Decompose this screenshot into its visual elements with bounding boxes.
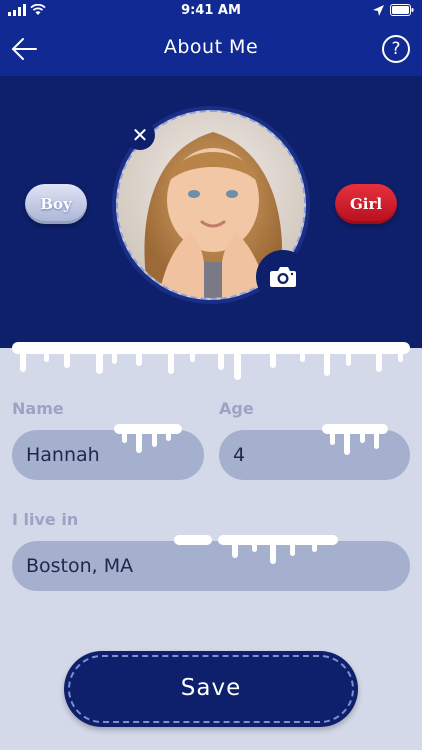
save-button[interactable]: Save [64, 651, 358, 727]
camera-icon [270, 267, 296, 287]
close-icon: ✕ [131, 123, 149, 147]
girl-toggle-button[interactable]: Girl [335, 184, 397, 224]
location-label: I live in [12, 510, 79, 529]
location-arrow-icon [373, 4, 384, 16]
nav-bar: About Me ? [0, 22, 422, 76]
drip-divider [12, 342, 410, 380]
change-photo-button[interactable] [256, 250, 310, 304]
boy-toggle-button[interactable]: Boy [25, 184, 87, 224]
save-button-label: Save [180, 675, 242, 701]
name-drip-decoration [114, 424, 182, 453]
status-right [373, 4, 414, 16]
status-time: 9:41 AM [181, 3, 241, 18]
location-drip-decoration [174, 535, 338, 564]
help-button[interactable]: ? [382, 35, 410, 63]
age-label: Age [219, 399, 254, 418]
battery-icon [390, 4, 414, 16]
status-bar: 9:41 AM [0, 0, 422, 22]
profile-hero: Boy Girl ✕ [0, 76, 422, 348]
page-title: About Me [163, 36, 259, 58]
age-drip-decoration [322, 424, 388, 455]
remove-photo-button[interactable]: ✕ [125, 120, 155, 150]
name-label: Name [12, 399, 64, 418]
